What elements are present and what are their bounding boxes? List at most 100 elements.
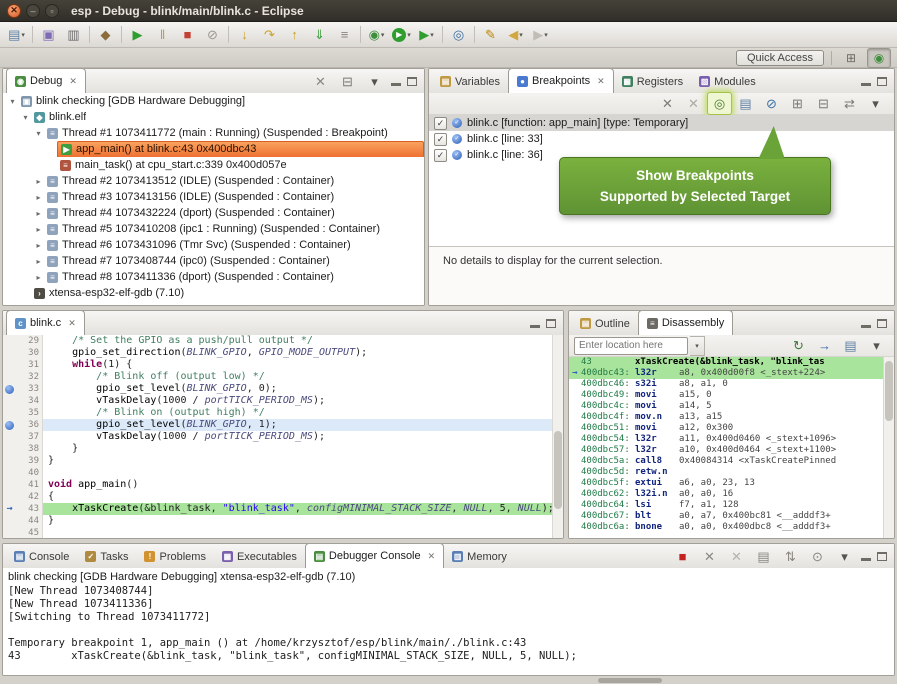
collapse-twisty-icon[interactable]: ▾	[33, 129, 44, 138]
forward-button[interactable]: ▶▾	[528, 23, 553, 46]
debug-minimize-button[interactable]	[391, 77, 401, 86]
external-tools-button[interactable]: ▶▾	[414, 23, 439, 46]
window-minimize-button[interactable]: –	[26, 4, 40, 18]
editor-line[interactable]: 44}	[3, 515, 563, 527]
new-wizard-button[interactable]: ▤▾	[4, 23, 29, 46]
show-source-button[interactable]: ▤	[838, 334, 863, 357]
expand-twisty-icon[interactable]: ▸	[33, 273, 44, 282]
disassembly-row[interactable]: 400dbc64:lsif7, a1, 128	[569, 500, 884, 511]
debug-maximize-button[interactable]	[407, 77, 417, 86]
last-edit-location-button[interactable]: ✎	[478, 23, 503, 46]
editor-line[interactable]: 39}	[3, 455, 563, 467]
disassembly-minimize-button[interactable]	[861, 319, 871, 328]
disassembly-row[interactable]: 400dbc49:movia15, 0	[569, 390, 884, 401]
debug-tree-item[interactable]: ▶app_main() at blink.c:43 0x400dbc43	[3, 141, 424, 157]
clear-console-button[interactable]: ▤	[751, 545, 776, 568]
editor-marker-gutter[interactable]	[3, 359, 16, 371]
disassembly-row[interactable]: 400dbc57:l32ra10, 0x400d0464 <_stext+110…	[569, 445, 884, 456]
remove-all-breakpoints-button[interactable]: ✕	[681, 92, 706, 115]
terminate-console-button[interactable]: ■	[670, 545, 695, 568]
tab-modules[interactable]: ▧Modules	[691, 70, 764, 93]
editor-marker-gutter[interactable]	[3, 335, 16, 347]
editor-line[interactable]: →43 xTaskCreate(&blink_task, "blink_task…	[3, 503, 563, 515]
debug-tree-item[interactable]: ▸≡Thread #3 1073413156 (IDLE) (Suspended…	[3, 189, 424, 205]
editor-line[interactable]: 30 gpio_set_direction(BLINK_GPIO, GPIO_M…	[3, 347, 563, 359]
collapse-all-breakpoints-button[interactable]: ⊟	[811, 92, 836, 115]
editor-line[interactable]: 38 }	[3, 443, 563, 455]
step-over-button[interactable]: ↷	[257, 23, 282, 46]
tab-variables[interactable]: ▤Variables	[432, 70, 508, 93]
tab-problems[interactable]: !Problems	[136, 545, 213, 568]
editor-line[interactable]: 41void app_main()	[3, 479, 563, 491]
remove-launch-button[interactable]: ✕	[697, 545, 722, 568]
debug-tree-item[interactable]: ▸≡Thread #7 1073408744 (ipc0) (Suspended…	[3, 253, 424, 269]
disassembly-row[interactable]: 43xTaskCreate(&blink_task, "blink_tas	[569, 357, 884, 368]
breakpoints-view-menu-button[interactable]: ▾	[863, 92, 888, 115]
remove-selected-breakpoints-button[interactable]: ✕	[655, 92, 680, 115]
debug-tree-item[interactable]: ≡main_task() at cpu_start.c:339 0x400d05…	[3, 157, 424, 173]
debug-tree-item[interactable]: ▸≡Thread #5 1073410208 (ipc1 : Running) …	[3, 221, 424, 237]
disassembly-row[interactable]: →400dbc43:l32ra8, 0x400d00f8 <_stext+224…	[569, 368, 884, 379]
expand-twisty-icon[interactable]: ▸	[33, 257, 44, 266]
drop-to-frame-button[interactable]: ⇓	[307, 23, 332, 46]
expand-all-button[interactable]: ⊞	[785, 92, 810, 115]
editor-marker-gutter[interactable]	[3, 479, 16, 491]
editor-minimize-button[interactable]	[530, 319, 540, 328]
back-button[interactable]: ◀▾	[503, 23, 528, 46]
tab-outline[interactable]: ▤Outline	[572, 312, 638, 335]
console-maximize-button[interactable]	[877, 552, 887, 561]
debug-tree-item[interactable]: ▾▣blink checking [GDB Hardware Debugging…	[3, 93, 424, 109]
save-button[interactable]: ▣	[36, 23, 61, 46]
debug-view-menu-button[interactable]: ▾	[362, 70, 387, 93]
editor-scrollbar[interactable]	[552, 335, 563, 538]
breakpoint-item[interactable]: ✓✓blink.c [function: app_main] [type: Te…	[429, 115, 894, 131]
expand-twisty-icon[interactable]: ▸	[33, 241, 44, 250]
expand-twisty-icon[interactable]: ▸	[33, 209, 44, 218]
tab-debugger-console[interactable]: ▤Debugger Console✕	[305, 543, 444, 569]
editor-scrollbar-thumb[interactable]	[554, 431, 562, 509]
editor-marker-gutter[interactable]	[3, 419, 16, 431]
resume-button[interactable]: ▶	[125, 23, 150, 46]
tab-registers[interactable]: ▦Registers	[614, 70, 691, 93]
quick-access-button[interactable]: Quick Access	[736, 50, 824, 66]
close-tab-icon[interactable]: ✕	[68, 318, 76, 329]
debug-tree-item[interactable]: ▾≡Thread #1 1073411772 (main : Running) …	[3, 125, 424, 141]
breakpoint-marker-icon[interactable]	[5, 385, 14, 394]
step-into-button[interactable]: ↓	[232, 23, 257, 46]
editor-maximize-button[interactable]	[546, 319, 556, 328]
remove-all-terminated-button[interactable]: ✕	[724, 545, 749, 568]
editor-line[interactable]: 42{	[3, 491, 563, 503]
location-input[interactable]	[574, 337, 688, 355]
disassembly-row[interactable]: 400dbc6a:bnonea0, a0, 0x400dbc8 <__adddf…	[569, 522, 884, 533]
refresh-disassembly-button[interactable]: ↻	[786, 334, 811, 357]
tab-blink-c[interactable]: cblink.c✕	[6, 310, 85, 336]
editor-marker-gutter[interactable]	[3, 383, 16, 395]
tab-breakpoints[interactable]: ●Breakpoints✕	[508, 68, 614, 94]
run-button[interactable]: ▶▾	[389, 23, 414, 46]
expand-twisty-icon[interactable]: ▸	[33, 193, 44, 202]
console-minimize-button[interactable]	[861, 552, 871, 561]
editor-line[interactable]: 40	[3, 467, 563, 479]
breakpoint-item[interactable]: ✓✓blink.c [line: 33]	[429, 131, 894, 147]
editor-marker-gutter[interactable]	[3, 527, 16, 538]
step-return-button[interactable]: ↑	[282, 23, 307, 46]
disassembly-listing[interactable]: 43xTaskCreate(&blink_task, "blink_tas→40…	[569, 357, 884, 538]
print-button[interactable]: ▥	[61, 23, 86, 46]
link-with-debug-view-button[interactable]: ⇄	[837, 92, 862, 115]
editor-line[interactable]: 33 gpio_set_level(BLINK_GPIO, 0);	[3, 383, 563, 395]
editor-line[interactable]: 45	[3, 527, 563, 538]
editor-line[interactable]: 31 while(1) {	[3, 359, 563, 371]
disassembly-row[interactable]: 400dbc62:l32i.na0, a0, 16	[569, 489, 884, 500]
search-button[interactable]: ◎	[446, 23, 471, 46]
editor-marker-gutter[interactable]	[3, 407, 16, 419]
editor-line[interactable]: 32 /* Blink off (output low) */	[3, 371, 563, 383]
display-console-menu-button[interactable]: ▾	[832, 545, 857, 568]
skip-all-breakpoints-button[interactable]: ⊘	[759, 92, 784, 115]
window-maximize-button[interactable]: ▫	[45, 4, 59, 18]
tab-memory[interactable]: ▥Memory	[444, 545, 515, 568]
editor-marker-gutter[interactable]: →	[3, 503, 16, 515]
tab-disassembly[interactable]: ≡Disassembly	[638, 310, 733, 336]
disassembly-row[interactable]: 400dbc51:movia12, 0x300	[569, 423, 884, 434]
go-to-file-for-breakpoint-button[interactable]: ▤	[733, 92, 758, 115]
disassembly-maximize-button[interactable]	[877, 319, 887, 328]
